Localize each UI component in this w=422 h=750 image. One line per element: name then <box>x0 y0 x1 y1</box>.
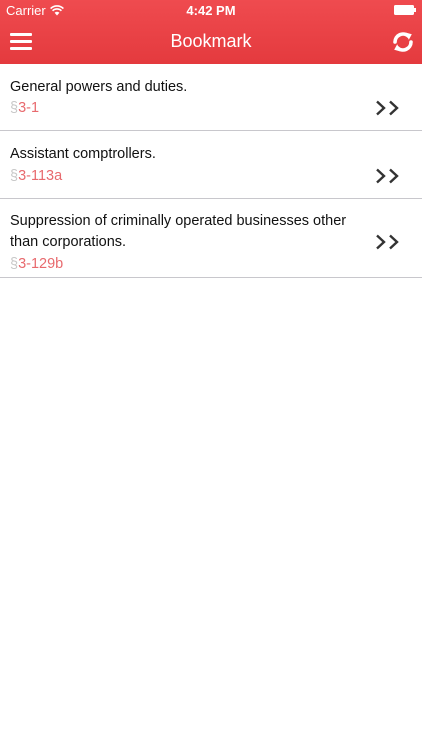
section-sign: § <box>10 168 19 184</box>
bookmark-row[interactable]: General powers and duties. §3-1 <box>0 64 422 131</box>
status-bar: Carrier 4:42 PM <box>0 0 422 20</box>
page-title: Bookmark <box>170 31 252 51</box>
status-time: 4:42 PM <box>186 3 236 18</box>
bookmark-section: §3-1 <box>10 99 39 117</box>
bookmark-list: General powers and duties. §3-1 Assistan… <box>0 64 422 278</box>
app-header: Carrier 4:42 PM Bookmark <box>0 0 422 64</box>
bookmark-title: Assistant comptrollers. <box>10 146 156 162</box>
double-chevron-right-icon <box>376 100 399 116</box>
bookmark-title: General powers and duties. <box>10 79 188 95</box>
bookmark-section: §3-129b <box>10 255 63 273</box>
navigation-bar: Bookmark <box>0 20 422 64</box>
bookmark-title: Suppression of criminally operated busin… <box>10 213 347 250</box>
double-chevron-right-icon <box>376 168 399 184</box>
bookmark-row[interactable]: Assistant comptrollers. §3-113a <box>0 131 422 199</box>
battery-icon <box>394 5 416 15</box>
bookmark-row[interactable]: Suppression of criminally operated busin… <box>0 199 422 278</box>
refresh-icon <box>393 32 413 52</box>
refresh-button[interactable] <box>390 29 416 55</box>
section-number: 3-113a <box>18 168 63 184</box>
section-number: 3-129b <box>18 256 64 272</box>
section-sign: § <box>10 100 19 116</box>
section-number: 3-1 <box>18 100 40 116</box>
section-sign: § <box>10 256 19 272</box>
double-chevron-right-icon <box>376 234 399 250</box>
bookmark-section: §3-113a <box>10 167 62 185</box>
